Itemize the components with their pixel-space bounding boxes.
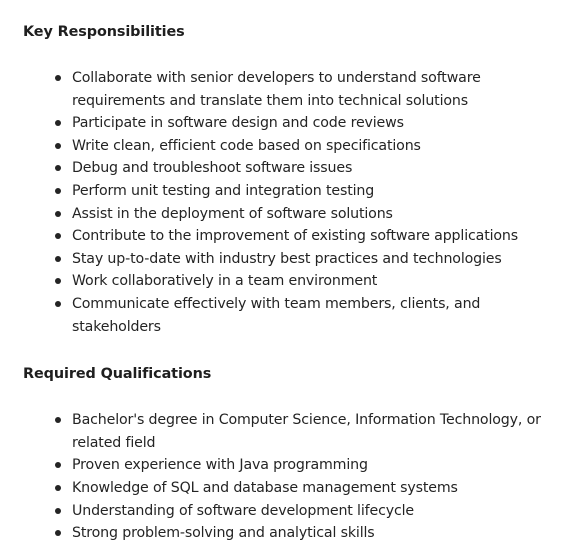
list-item: Participate in software design and code … [23, 112, 569, 135]
list-item: Write clean, efficient code based on spe… [23, 135, 569, 158]
bullet-icon [55, 300, 61, 307]
list-item: Contribute to the improvement of existin… [23, 225, 569, 248]
responsibilities-list: Collaborate with senior developers to un… [23, 67, 569, 338]
list-item-text: Participate in software design and code … [72, 115, 404, 132]
bullet-icon [55, 187, 61, 194]
list-item-text: Bachelor's degree in Computer Science, I… [72, 412, 541, 451]
list-item: Strong problem-solving and analytical sk… [23, 522, 569, 545]
list-item-text: Communicate effectively with team member… [72, 295, 481, 335]
bullet-icon [55, 233, 61, 240]
list-item: Knowledge of SQL and database management… [23, 477, 569, 500]
bullet-icon [55, 210, 61, 217]
list-item: Communicate effectively with team member… [23, 293, 569, 338]
bullet-icon [55, 462, 61, 469]
list-item: Stay up-to-date with industry best pract… [23, 248, 569, 271]
list-item-text: Stay up-to-date with industry best pract… [72, 250, 502, 267]
qualifications-list: Bachelor's degree in Computer Science, I… [23, 409, 569, 545]
bullet-icon [55, 120, 61, 127]
section-heading-required-qualifications: Required Qualifications [23, 366, 212, 383]
list-item: Perform unit testing and integration tes… [23, 180, 569, 203]
list-item-text: Strong problem-solving and analytical sk… [72, 525, 375, 542]
list-item-text: Write clean, efficient code based on spe… [72, 137, 421, 154]
list-item: Assist in the deployment of software sol… [23, 203, 569, 226]
list-item: Debug and troubleshoot software issues [23, 157, 569, 180]
list-item-text: Collaborate with senior developers to un… [72, 70, 481, 109]
document-body: Key Responsibilities Collaborate with se… [23, 21, 569, 545]
list-item-text: Work collaboratively in a team environme… [72, 273, 378, 290]
list-item-text: Perform unit testing and integration tes… [72, 182, 375, 199]
list-item-text: Assist in the deployment of software sol… [72, 205, 393, 222]
bullet-icon [55, 278, 61, 285]
section-heading-key-responsibilities: Key Responsibilities [23, 24, 185, 40]
list-item: Understanding of software development li… [23, 500, 569, 523]
list-item-text: Debug and troubleshoot software issues [72, 160, 353, 177]
bullet-icon [55, 142, 61, 149]
bullet-icon [55, 165, 61, 172]
list-item: Bachelor's degree in Computer Science, I… [23, 409, 569, 454]
list-item-text: Contribute to the improvement of existin… [72, 228, 519, 245]
list-item-text: Understanding of software development li… [72, 502, 414, 519]
list-item-text: Knowledge of SQL and database management… [72, 479, 458, 496]
list-item: Work collaboratively in a team environme… [23, 270, 569, 293]
bullet-icon [55, 507, 61, 514]
bullet-icon [55, 484, 61, 491]
bullet-icon [55, 255, 61, 262]
bullet-icon [55, 75, 61, 81]
list-item: Proven experience with Java programming [23, 454, 569, 477]
bullet-icon [55, 530, 61, 537]
list-item: Collaborate with senior developers to un… [23, 67, 569, 112]
list-item-text: Proven experience with Java programming [72, 457, 368, 474]
bullet-icon [55, 417, 61, 424]
